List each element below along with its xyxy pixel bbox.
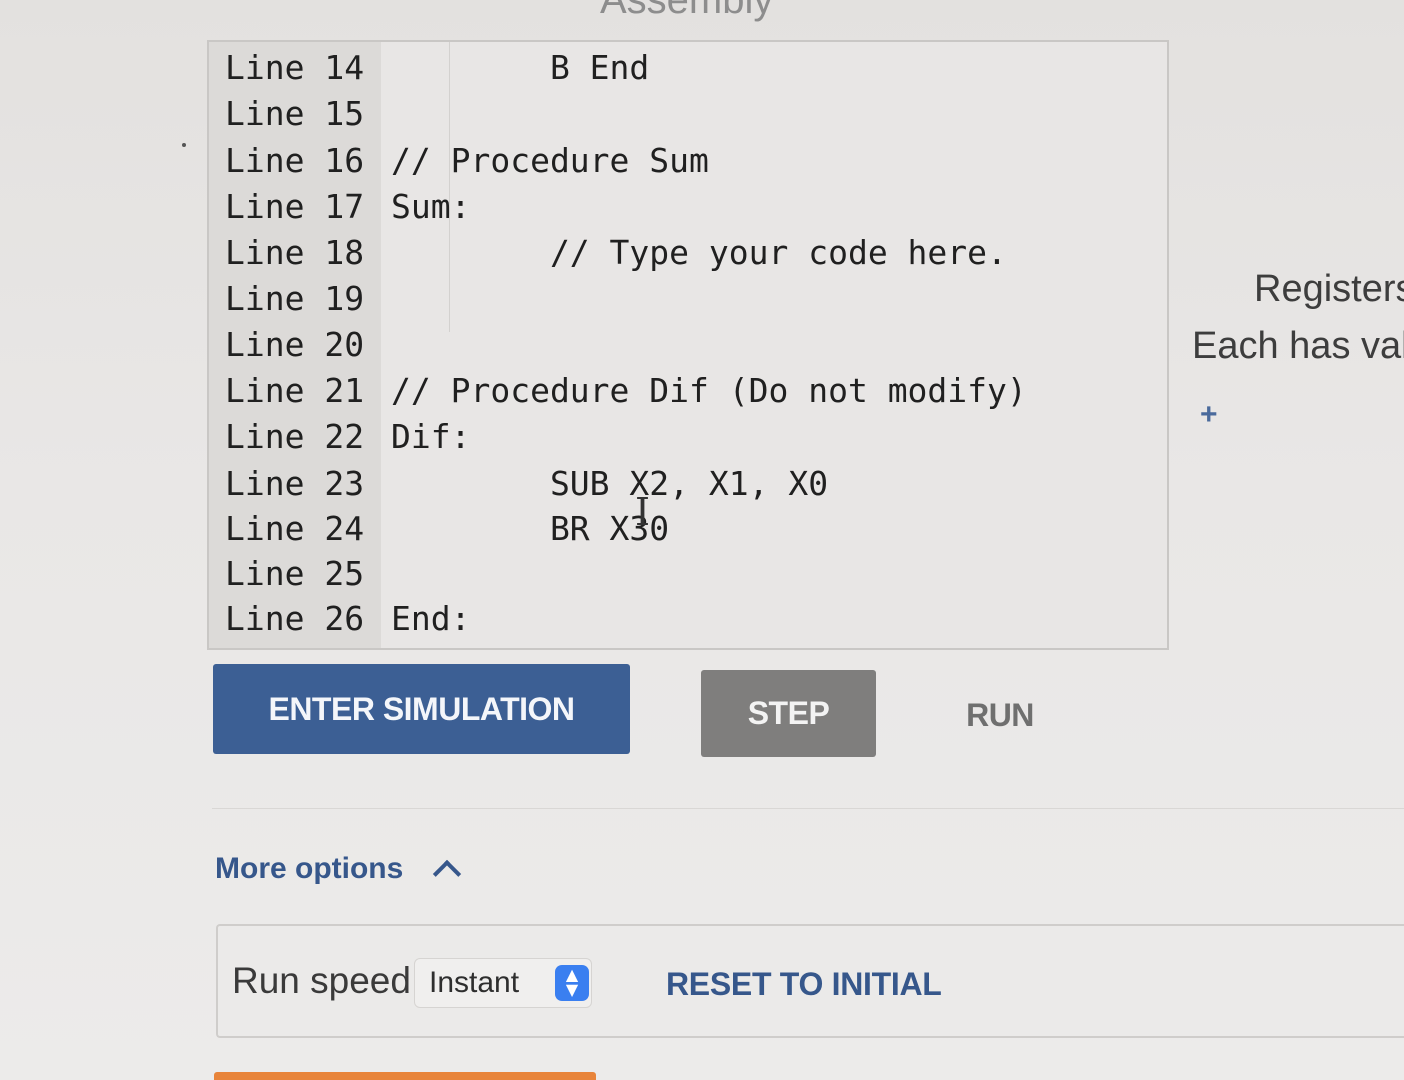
run-speed-value: Instant <box>429 966 520 999</box>
line-number: Line 14 <box>225 48 365 87</box>
code-line[interactable]: Line 14 B End <box>209 46 1167 90</box>
run-speed-select[interactable]: Instant ▲ ▼ <box>414 958 592 1008</box>
code-line[interactable]: Line 26 End: <box>209 597 1167 641</box>
orange-button-edge[interactable] <box>214 1072 596 1080</box>
line-code[interactable]: Dif: <box>391 415 470 459</box>
line-number: Line 20 <box>225 325 365 364</box>
more-options-label: More options <box>215 852 404 885</box>
code-line[interactable]: Line 21 // Procedure Dif (Do not modify) <box>209 369 1167 413</box>
line-number: Line 22 <box>225 417 365 456</box>
more-options-panel: Run speed Instant ▲ ▼ RESET TO INITIAL <box>216 924 1404 1038</box>
line-number: Line 16 <box>225 141 365 180</box>
line-number: Line 26 <box>225 599 365 638</box>
registers-heading: Registers <box>1254 268 1404 310</box>
more-options-toggle[interactable]: More options <box>215 852 462 889</box>
line-number: Line 17 <box>225 187 365 226</box>
code-line[interactable]: Line 17 Sum: <box>209 185 1167 229</box>
line-number: Line 18 <box>225 233 365 272</box>
run-button[interactable]: RUN <box>930 680 1070 750</box>
step-button[interactable]: STEP <box>701 670 876 757</box>
line-number: Line 24 <box>225 509 365 548</box>
code-line[interactable]: Line 15 <box>209 92 1167 136</box>
section-divider <box>212 808 1404 809</box>
line-number: Line 15 <box>225 94 365 133</box>
reset-to-initial-button[interactable]: RESET TO INITIAL <box>666 966 942 1003</box>
line-number: Line 21 <box>225 371 365 410</box>
code-line[interactable]: Line 20 <box>209 323 1167 367</box>
registers-description: Each has val <box>1192 325 1404 367</box>
page-title: Assembly <box>600 0 774 22</box>
chevron-up-icon <box>433 859 462 889</box>
line-code[interactable]: // Procedure Sum <box>391 139 709 183</box>
add-register-icon[interactable]: + <box>1200 398 1218 432</box>
run-speed-label: Run speed <box>232 960 411 1001</box>
code-line[interactable]: Line 25 <box>209 552 1167 596</box>
code-line[interactable]: Line 16 // Procedure Sum <box>209 139 1167 183</box>
code-line[interactable]: Line 18 // Type your code here. <box>209 231 1167 275</box>
line-code[interactable]: B End <box>391 46 649 90</box>
code-line[interactable]: Line 24 BR X30 <box>209 507 1167 551</box>
select-updown-icon: ▲ ▼ <box>555 965 589 1001</box>
page: Assembly Line 14 B End Line 15 Line 16 /… <box>0 0 1404 1080</box>
line-number: Line 19 <box>225 279 365 318</box>
line-code[interactable]: // Procedure Dif (Do not modify) <box>391 369 1027 413</box>
line-code[interactable]: End: <box>391 597 470 641</box>
code-line[interactable]: Line 19 <box>209 277 1167 321</box>
line-code[interactable]: Sum: <box>391 185 470 229</box>
code-line[interactable]: Line 22 Dif: <box>209 415 1167 459</box>
line-code[interactable]: SUB X2, X1, X0 <box>391 462 828 506</box>
code-line[interactable]: Line 23 SUB X2, X1, X0 <box>209 462 1167 506</box>
line-number: Line 25 <box>225 554 365 593</box>
text-cursor-icon: I <box>635 490 651 534</box>
bullet-dot <box>182 143 186 147</box>
line-code[interactable]: // Type your code here. <box>391 231 1007 275</box>
code-editor[interactable]: Line 14 B End Line 15 Line 16 // Procedu… <box>207 40 1169 650</box>
line-code[interactable]: BR X30 <box>391 507 669 551</box>
enter-simulation-button[interactable]: ENTER SIMULATION <box>213 664 630 754</box>
line-number: Line 23 <box>225 464 365 503</box>
